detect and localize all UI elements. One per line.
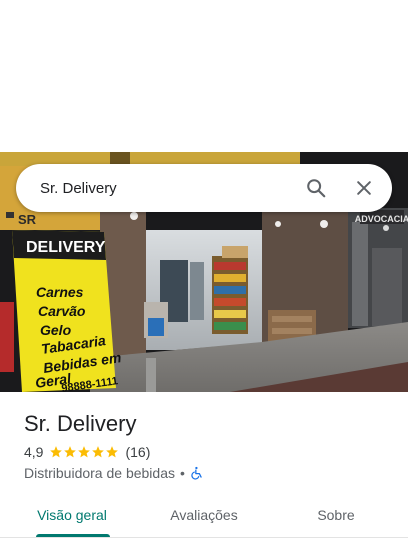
review-count[interactable]: (16) [125,444,150,460]
close-icon[interactable] [340,164,388,212]
sign-item-text: Carvão [38,303,86,319]
star-icon [92,446,105,458]
star-icon [78,446,91,458]
neighbor-sign-text: ADVOCACIA [355,214,408,224]
tab-reviews[interactable]: Avaliações [152,494,256,536]
rating-value: 4,9 [24,444,44,460]
sign-title-text: DELIVERY [26,239,106,256]
sign-item-text: Carnes [36,284,84,300]
search-input[interactable]: Sr. Delivery [40,180,292,197]
place-category[interactable]: Distribuidora de bebidas [24,465,175,481]
star-icon [106,446,119,458]
place-tabs: Visão geral Avaliações Sobre [0,494,408,538]
place-title: Sr. Delivery [24,411,137,436]
search-bar[interactable]: Sr. Delivery [16,164,392,212]
rating-row[interactable]: 4,9 (16) [24,444,150,460]
separator-dot: • [179,465,185,481]
sign-item-text: Gelo [40,322,72,338]
category-row: Distribuidora de bebidas • [24,465,204,481]
wheelchair-accessible-icon [191,466,202,480]
sign-top-text: SR [18,212,37,227]
search-icon[interactable] [292,164,340,212]
map-blank-area [0,0,408,152]
star-rating [49,445,119,459]
star-icon [64,446,77,458]
star-icon [50,446,63,458]
tab-overview[interactable]: Visão geral [24,494,120,536]
active-tab-indicator [36,534,110,537]
tab-about[interactable]: Sobre [292,494,380,536]
